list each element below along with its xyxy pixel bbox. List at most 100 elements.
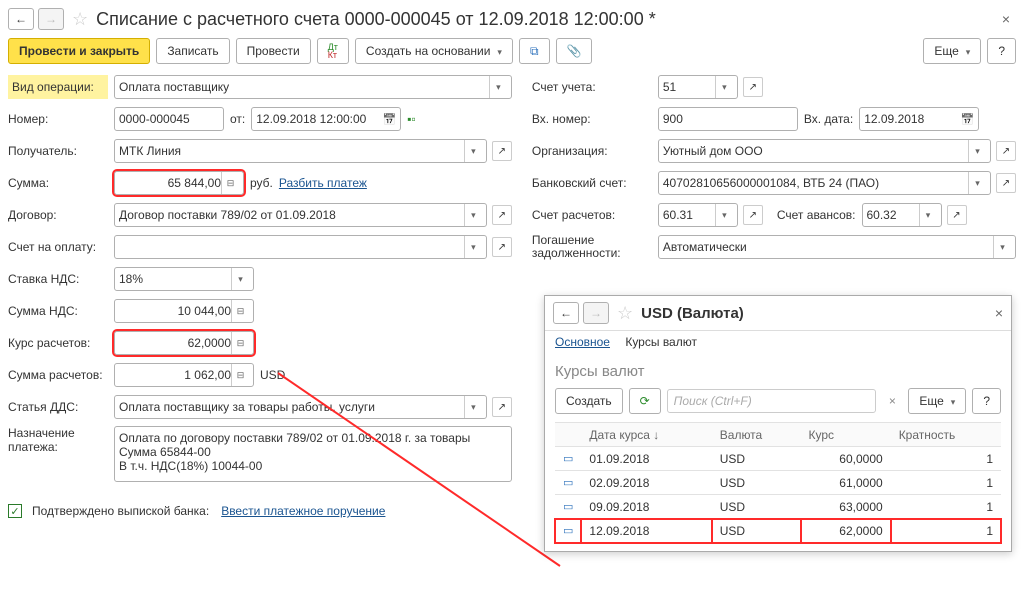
- post-and-close-button[interactable]: Провести и закрыть: [8, 38, 150, 64]
- row-icon: ▭: [555, 447, 581, 471]
- dds-select[interactable]: Оплата поставщику за товары работы, услу…: [114, 395, 487, 419]
- dtkt-button[interactable]: ДтКт: [317, 38, 349, 64]
- col-rate[interactable]: Курс: [801, 423, 891, 447]
- invoice-select[interactable]: ▾: [114, 235, 487, 259]
- posted-icon: ▪▫: [407, 112, 416, 126]
- more-button[interactable]: Еще: [923, 38, 981, 64]
- popup-create-button[interactable]: Создать: [555, 388, 623, 414]
- recipient-select[interactable]: МТК Линия ▾: [114, 139, 487, 163]
- popup-search-input[interactable]: Поиск (Ctrl+F): [667, 389, 877, 413]
- popup-nav-back-button[interactable]: ←: [553, 302, 579, 324]
- split-payment-link[interactable]: Разбить платеж: [279, 176, 367, 190]
- calc-account-select[interactable]: 60.31 ▾: [658, 203, 738, 227]
- purpose-label: Назначение платежа:: [8, 426, 108, 454]
- ext-number-input[interactable]: 900: [658, 107, 798, 131]
- operation-type-label: Вид операции:: [8, 75, 108, 99]
- open-contract-button[interactable]: [492, 205, 512, 225]
- table-row[interactable]: ▭09.09.2018USD63,00001: [555, 495, 1001, 519]
- ext-number-label: Вх. номер:: [532, 112, 652, 126]
- organization-label: Организация:: [532, 144, 652, 158]
- recipient-label: Получатель:: [8, 144, 108, 158]
- calendar-icon[interactable]: [383, 112, 397, 126]
- popup-title: USD (Валюта): [641, 305, 744, 322]
- col-currency[interactable]: Валюта: [712, 423, 801, 447]
- account-label: Счет учета:: [532, 80, 652, 94]
- open-bank-account-button[interactable]: [996, 173, 1016, 193]
- open-recipient-button[interactable]: [492, 141, 512, 161]
- calc-account-label: Счет расчетов:: [532, 208, 652, 222]
- save-button[interactable]: Записать: [156, 38, 229, 64]
- popup-nav-forward-button[interactable]: →: [583, 302, 609, 324]
- open-dds-button[interactable]: [492, 397, 512, 417]
- vat-rate-label: Ставка НДС:: [8, 272, 108, 286]
- ext-date-label: Вх. дата:: [804, 112, 853, 126]
- bank-account-select[interactable]: 40702810656000001084, ВТБ 24 (ПАО) ▾: [658, 171, 991, 195]
- rate-label: Курс расчетов:: [8, 336, 108, 350]
- popup-help-button[interactable]: ?: [972, 388, 1001, 414]
- dds-label: Статья ДДС:: [8, 400, 108, 414]
- row-icon: ▭: [555, 471, 581, 495]
- vat-amount-label: Сумма НДС:: [8, 304, 108, 318]
- structure-button[interactable]: ⧉: [519, 38, 550, 64]
- calendar-icon[interactable]: [961, 112, 975, 126]
- bank-account-label: Банковский счет:: [532, 176, 652, 190]
- open-invoice-button[interactable]: [492, 237, 512, 257]
- debt-select[interactable]: Автоматически ▾: [658, 235, 1016, 259]
- nav-back-button[interactable]: ←: [8, 8, 34, 30]
- table-row[interactable]: ▭12.09.2018USD62,00001: [555, 519, 1001, 543]
- confirmed-checkbox[interactable]: ✓: [8, 504, 22, 518]
- open-calc-account-button[interactable]: [743, 205, 763, 225]
- advance-account-select[interactable]: 60.32 ▾: [862, 203, 942, 227]
- open-advance-account-button[interactable]: [947, 205, 967, 225]
- col-mult[interactable]: Кратность: [891, 423, 1001, 447]
- help-button[interactable]: ?: [987, 38, 1016, 64]
- confirmed-label: Подтверждено выпиской банка:: [32, 504, 209, 518]
- contract-select[interactable]: Договор поставки 789/02 от 01.09.2018 ▾: [114, 203, 487, 227]
- row-icon: ▭: [555, 519, 581, 543]
- account-select[interactable]: 51 ▾: [658, 75, 738, 99]
- open-account-button[interactable]: [743, 77, 763, 97]
- date-input[interactable]: 12.09.2018 12:00:00: [251, 107, 401, 131]
- page-title: Списание с расчетного счета 0000-000045 …: [96, 9, 992, 30]
- contract-label: Договор:: [8, 208, 108, 222]
- table-row[interactable]: ▭02.09.2018USD61,00001: [555, 471, 1001, 495]
- tab-rates[interactable]: Курсы валют: [625, 335, 697, 349]
- post-button[interactable]: Провести: [236, 38, 311, 64]
- tab-main[interactable]: Основное: [555, 335, 610, 349]
- calc-amount-label: Сумма расчетов:: [8, 368, 108, 382]
- vat-amount-input[interactable]: 10 044,00 ⊟: [114, 299, 254, 323]
- organization-select[interactable]: Уютный дом ООО ▾: [658, 139, 991, 163]
- favorite-star-icon[interactable]: ☆: [72, 9, 88, 30]
- create-based-on-button[interactable]: Создать на основании: [355, 38, 513, 64]
- invoice-label: Счет на оплату:: [8, 240, 108, 254]
- operation-type-select[interactable]: Оплата поставщику ▾: [114, 75, 512, 99]
- popup-search-clear-icon[interactable]: ×: [882, 394, 902, 408]
- close-icon[interactable]: ×: [996, 11, 1016, 27]
- enter-order-link[interactable]: Ввести платежное поручение: [221, 504, 385, 518]
- popup-refresh-button[interactable]: ⟳: [629, 388, 661, 414]
- popup-close-icon[interactable]: ×: [995, 305, 1003, 321]
- advance-account-label: Счет авансов:: [777, 208, 856, 222]
- calc-amount-input[interactable]: 1 062,00 ⊟: [114, 363, 254, 387]
- col-date[interactable]: Дата курса: [581, 423, 711, 447]
- popup-more-button[interactable]: Еще: [908, 388, 966, 414]
- open-organization-button[interactable]: [996, 141, 1016, 161]
- calc-currency-label: USD: [260, 368, 285, 382]
- number-label: Номер:: [8, 112, 108, 126]
- attach-button[interactable]: 📎: [556, 38, 593, 64]
- number-input[interactable]: 0000-000045: [114, 107, 224, 131]
- debt-label: Погашение задолженности:: [532, 234, 652, 260]
- purpose-textarea[interactable]: Оплата по договору поставки 789/02 от 01…: [114, 426, 512, 482]
- popup-star-icon[interactable]: ☆: [617, 303, 633, 324]
- currency-label: руб.: [250, 176, 273, 190]
- nav-forward-button[interactable]: →: [38, 8, 64, 30]
- amount-input[interactable]: 65 844,00 ⊟: [114, 171, 244, 195]
- rate-input[interactable]: 62,0000 ⊟: [114, 331, 254, 355]
- vat-rate-select[interactable]: 18% ▾: [114, 267, 254, 291]
- amount-label: Сумма:: [8, 176, 108, 190]
- ext-date-input[interactable]: 12.09.2018: [859, 107, 979, 131]
- table-row[interactable]: ▭01.09.2018USD60,00001: [555, 447, 1001, 471]
- currency-popup: ← → ☆ USD (Валюта) × Основное Курсы валю…: [544, 295, 1012, 552]
- rates-table: Дата курса Валюта Курс Кратность ▭01.09.…: [555, 422, 1001, 543]
- row-icon: ▭: [555, 495, 581, 519]
